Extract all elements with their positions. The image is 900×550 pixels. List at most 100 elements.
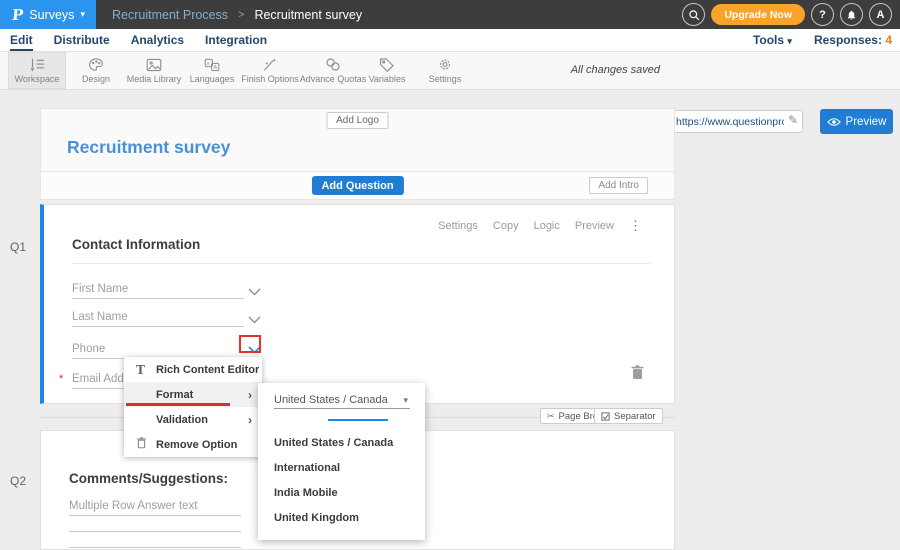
required-marker: *	[59, 373, 63, 385]
toolbar-item-workspace[interactable]: Workspace	[8, 52, 66, 89]
multirow-answer-line-3[interactable]	[69, 532, 241, 548]
format-select[interactable]: United States / Canada ▾	[274, 391, 410, 409]
trash-icon	[631, 365, 644, 380]
autosave-status: All changes saved	[571, 64, 660, 76]
question-actions: Settings Copy Logic Preview ⋮	[438, 218, 642, 234]
toolbar-item-variables[interactable]: Variables	[358, 52, 416, 89]
toolbar-item-settings[interactable]: Settings	[416, 52, 474, 89]
questionpro-logo-icon: P	[11, 6, 24, 24]
workspace-icon	[29, 57, 46, 72]
toolbar-item-media-library[interactable]: Media Library	[124, 52, 184, 89]
chevron-down-icon: ▾	[787, 36, 792, 46]
breadcrumb-current: Recruitment survey	[254, 8, 362, 22]
format-option-india-mobile[interactable]: India Mobile	[274, 481, 338, 506]
trash-outline-icon	[136, 437, 156, 452]
question-settings-button[interactable]: Settings	[438, 220, 478, 232]
add-intro-button[interactable]: Add Intro	[589, 177, 648, 194]
format-option-united-kingdom[interactable]: United Kingdom	[274, 506, 359, 531]
format-option-international[interactable]: International	[274, 456, 340, 481]
product-name: Surveys	[29, 8, 74, 22]
separator-button[interactable]: Separator	[594, 408, 663, 424]
survey-url-input[interactable]	[676, 112, 784, 131]
search-icon	[688, 9, 700, 21]
upgrade-now-button[interactable]: Upgrade Now	[711, 4, 805, 25]
add-question-button[interactable]: Add Question	[311, 176, 403, 195]
search-button[interactable]	[682, 3, 705, 26]
question-title-q1[interactable]: Contact Information	[72, 237, 200, 252]
toolbar-item-advance-quotas[interactable]: Advance Quotas	[300, 52, 366, 89]
breadcrumb-folder-link[interactable]: Recruitment Process	[112, 8, 228, 22]
option-context-menu: T Rich Content Editor Format › Validatio…	[124, 357, 262, 457]
survey-title[interactable]: Recruitment survey	[67, 137, 230, 158]
tab-analytics[interactable]: Analytics	[131, 29, 184, 51]
more-options-icon[interactable]: ⋮	[629, 218, 642, 234]
nav-tabs: Edit Distribute Analytics Integration	[10, 29, 267, 51]
editor-toolbar: Workspace Design Media Library x A Langu…	[0, 52, 900, 90]
breadcrumb-separator: >	[238, 9, 244, 21]
select-caret-icon: ▾	[403, 391, 408, 409]
annotation-highlight-box	[239, 335, 261, 353]
breadcrumb: Recruitment Process > Recruitment survey	[112, 0, 362, 29]
multirow-answer-line-1[interactable]: Multiple Row Answer text	[69, 494, 241, 516]
rich-text-icon: T	[136, 363, 156, 377]
menu-item-remove-option[interactable]: Remove Option	[124, 432, 262, 457]
tab-integration[interactable]: Integration	[205, 29, 267, 51]
separator-icon	[601, 412, 610, 421]
responses-link[interactable]: Responses: 4	[814, 33, 892, 47]
bell-icon	[846, 9, 857, 21]
chevron-down-icon: ▾	[80, 9, 85, 20]
menu-item-validation[interactable]: Validation ›	[124, 407, 262, 432]
section-nav: Edit Distribute Analytics Integration To…	[0, 29, 900, 52]
survey-header-card: Add Logo Recruitment survey	[40, 108, 675, 172]
question-title-q2[interactable]: Comments/Suggestions:	[69, 471, 228, 486]
product-switcher[interactable]: P Surveys ▾	[0, 0, 96, 29]
edit-url-pencil-icon[interactable]: ✎	[788, 113, 798, 127]
question-number-q2: Q2	[10, 474, 26, 488]
topbar-actions: Upgrade Now ? A	[682, 3, 892, 26]
preview-button[interactable]: Preview	[820, 109, 893, 134]
question-preview-button[interactable]: Preview	[575, 220, 614, 232]
annotation-underline	[126, 403, 230, 406]
palette-icon	[88, 57, 104, 72]
question-title-divider	[72, 263, 650, 264]
help-button[interactable]: ?	[811, 3, 834, 26]
tab-edit[interactable]: Edit	[10, 29, 33, 51]
contact-field-phone[interactable]: Phone	[72, 337, 244, 359]
svg-text:A: A	[214, 65, 218, 71]
account-avatar[interactable]: A	[869, 3, 892, 26]
add-logo-button[interactable]: Add Logo	[326, 112, 389, 129]
menu-item-rich-content-editor[interactable]: T Rich Content Editor	[124, 357, 262, 382]
eye-icon	[827, 117, 841, 127]
questionpro-survey-editor: P Surveys ▾ Recruitment Process > Recrui…	[0, 0, 900, 550]
toolbar-item-finish-options[interactable]: Finish Options	[239, 52, 301, 89]
delete-row-button[interactable]	[631, 365, 644, 385]
question-number-q1: Q1	[10, 240, 26, 254]
multirow-answer-line-2[interactable]	[69, 516, 241, 532]
notifications-button[interactable]	[840, 3, 863, 26]
add-question-bar: Add Question Add Intro	[40, 172, 675, 200]
gear-icon	[437, 57, 453, 72]
active-tab-indicator	[328, 419, 388, 421]
toolbar-item-languages[interactable]: x A Languages	[183, 52, 241, 89]
image-icon	[146, 58, 162, 72]
tools-menu[interactable]: Tools ▾	[753, 33, 792, 47]
tab-distribute[interactable]: Distribute	[54, 29, 110, 51]
contact-field-last-name[interactable]: Last Name	[72, 305, 244, 327]
scissors-icon: ✂	[547, 411, 555, 422]
tag-icon	[379, 57, 395, 72]
survey-url-box: ✎	[670, 110, 803, 133]
translate-icon: x A	[204, 58, 220, 72]
toolbar-item-design[interactable]: Design	[67, 52, 125, 89]
format-submenu: United States / Canada ▾ United States /…	[258, 383, 425, 540]
contact-field-first-name[interactable]: First Name	[72, 277, 244, 299]
topbar: P Surveys ▾ Recruitment Process > Recrui…	[0, 0, 900, 29]
svg-text:x: x	[207, 61, 210, 67]
question-logic-button[interactable]: Logic	[534, 220, 560, 232]
chain-links-icon	[325, 57, 341, 72]
format-option-us-canada[interactable]: United States / Canada	[274, 431, 393, 456]
field-chevron-down-icon[interactable]	[248, 311, 262, 321]
question-copy-button[interactable]: Copy	[493, 220, 519, 232]
responses-count: 4	[885, 33, 892, 47]
field-chevron-down-icon[interactable]	[248, 283, 262, 293]
nav-right: Tools ▾ Responses: 4	[753, 29, 892, 51]
